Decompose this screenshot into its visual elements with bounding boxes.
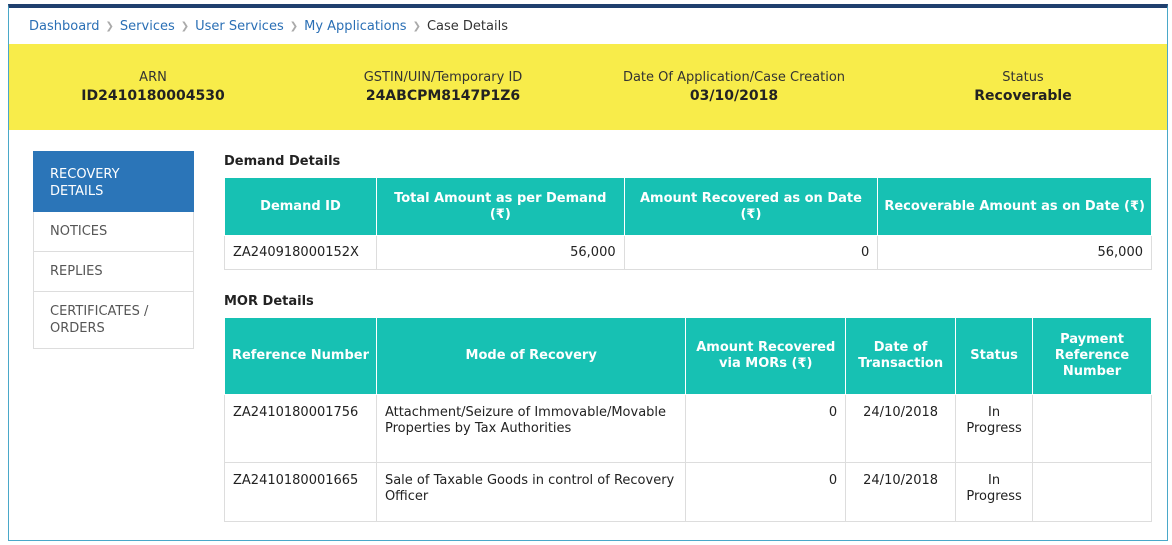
date-of-transaction-cell: 24/10/2018 (845, 462, 957, 522)
date-block: Date Of Application/Case Creation 03/10/… (589, 69, 879, 105)
status-label: Status (1002, 70, 1044, 85)
reference-number-cell: ZA2410180001756 (224, 394, 377, 463)
mor-details-title: MOR Details (224, 294, 314, 309)
demand-details-title: Demand Details (224, 154, 341, 169)
column-header: Amount Recovered via MORs (₹) (685, 317, 847, 395)
column-header: Date of Transaction (845, 317, 957, 395)
total-amount-cell: 56,000 (375, 235, 625, 270)
recoverable-amount-cell: 56,000 (877, 235, 1152, 270)
column-header: Status (955, 317, 1034, 395)
breadcrumb-dashboard[interactable]: Dashboard (29, 19, 100, 34)
chevron-right-icon: ❯ (412, 20, 421, 32)
table-row: ZA2410180001756 Attachment/Seizure of Im… (224, 394, 1152, 463)
column-header: Amount Recovered as on Date (₹) (623, 177, 879, 236)
status-value: Recoverable (974, 88, 1072, 104)
mode-of-recovery-cell: Attachment/Seizure of Immovable/Movable … (375, 394, 687, 463)
status-block: Status Recoverable (879, 69, 1167, 105)
column-header: Mode of Recovery (375, 317, 687, 395)
table-row: ZA2410180001665 Sale of Taxable Goods in… (224, 462, 1152, 522)
mor-details-table: Reference Number Mode of Recovery Amount… (224, 317, 1152, 522)
breadcrumb-current: Case Details (426, 18, 508, 34)
chevron-right-icon: ❯ (105, 20, 114, 32)
reference-number-cell: ZA2410180001665 (224, 462, 377, 522)
arn-block: ARN ID2410180004530 (9, 69, 297, 105)
chevron-right-icon: ❯ (289, 20, 299, 32)
column-header: Demand ID (224, 177, 377, 236)
gstin-value: 24ABCPM8147P1Z6 (365, 88, 521, 104)
column-header: Total Amount as per Demand (₹) (375, 177, 625, 236)
chevron-right-icon: ❯ (180, 20, 190, 32)
breadcrumb-user-services[interactable]: User Services (195, 19, 284, 34)
breadcrumb-services[interactable]: Services (120, 19, 175, 34)
table-header-row: Demand ID Total Amount as per Demand (₹)… (224, 177, 1152, 236)
case-info-bar: ARN ID2410180004530 GSTIN/UIN/Temporary … (9, 44, 1167, 130)
date-label: Date Of Application/Case Creation (622, 70, 846, 85)
arn-value: ID2410180004530 (81, 88, 225, 104)
payment-reference-cell (1032, 462, 1152, 522)
mode-of-recovery-cell: Sale of Taxable Goods in control of Reco… (375, 462, 687, 522)
demand-details-table: Demand ID Total Amount as per Demand (₹)… (224, 177, 1152, 270)
status-cell: In Progress (955, 462, 1034, 522)
sidebar-item-recovery-details[interactable]: RECOVERY DETAILS (33, 151, 194, 212)
page-frame: Dashboard ❯ Services ❯ User Services ❯ M… (8, 4, 1168, 541)
sidebar-nav: RECOVERY DETAILS NOTICES REPLIES CERTIFI… (33, 151, 194, 349)
table-row: ZA240918000152X 56,000 0 56,000 (224, 235, 1152, 270)
arn-label: ARN (139, 70, 167, 85)
date-of-transaction-cell: 24/10/2018 (845, 394, 957, 463)
gstin-block: GSTIN/UIN/Temporary ID 24ABCPM8147P1Z6 (297, 69, 589, 105)
breadcrumb: Dashboard ❯ Services ❯ User Services ❯ M… (9, 8, 1167, 44)
sidebar-item-certificates-orders[interactable]: CERTIFICATES / ORDERS (33, 292, 194, 349)
amount-recovered-mor-cell: 0 (685, 394, 847, 463)
gstin-label: GSTIN/UIN/Temporary ID (363, 70, 523, 85)
column-header: Recoverable Amount as on Date (₹) (877, 177, 1152, 236)
amount-recovered-cell: 0 (623, 235, 879, 270)
main-content: Demand Details Demand ID Total Amount as… (224, 154, 1152, 522)
table-header-row: Reference Number Mode of Recovery Amount… (224, 317, 1152, 395)
demand-id-cell: ZA240918000152X (224, 235, 377, 270)
status-cell: In Progress (955, 394, 1034, 463)
column-header: Reference Number (224, 317, 377, 395)
sidebar-item-notices[interactable]: NOTICES (33, 212, 194, 252)
date-value: 03/10/2018 (689, 88, 779, 104)
amount-recovered-mor-cell: 0 (685, 462, 847, 522)
payment-reference-cell (1032, 394, 1152, 463)
column-header: Payment Reference Number (1032, 317, 1152, 395)
breadcrumb-my-applications[interactable]: My Applications (304, 19, 406, 34)
sidebar-item-replies[interactable]: REPLIES (33, 252, 194, 292)
